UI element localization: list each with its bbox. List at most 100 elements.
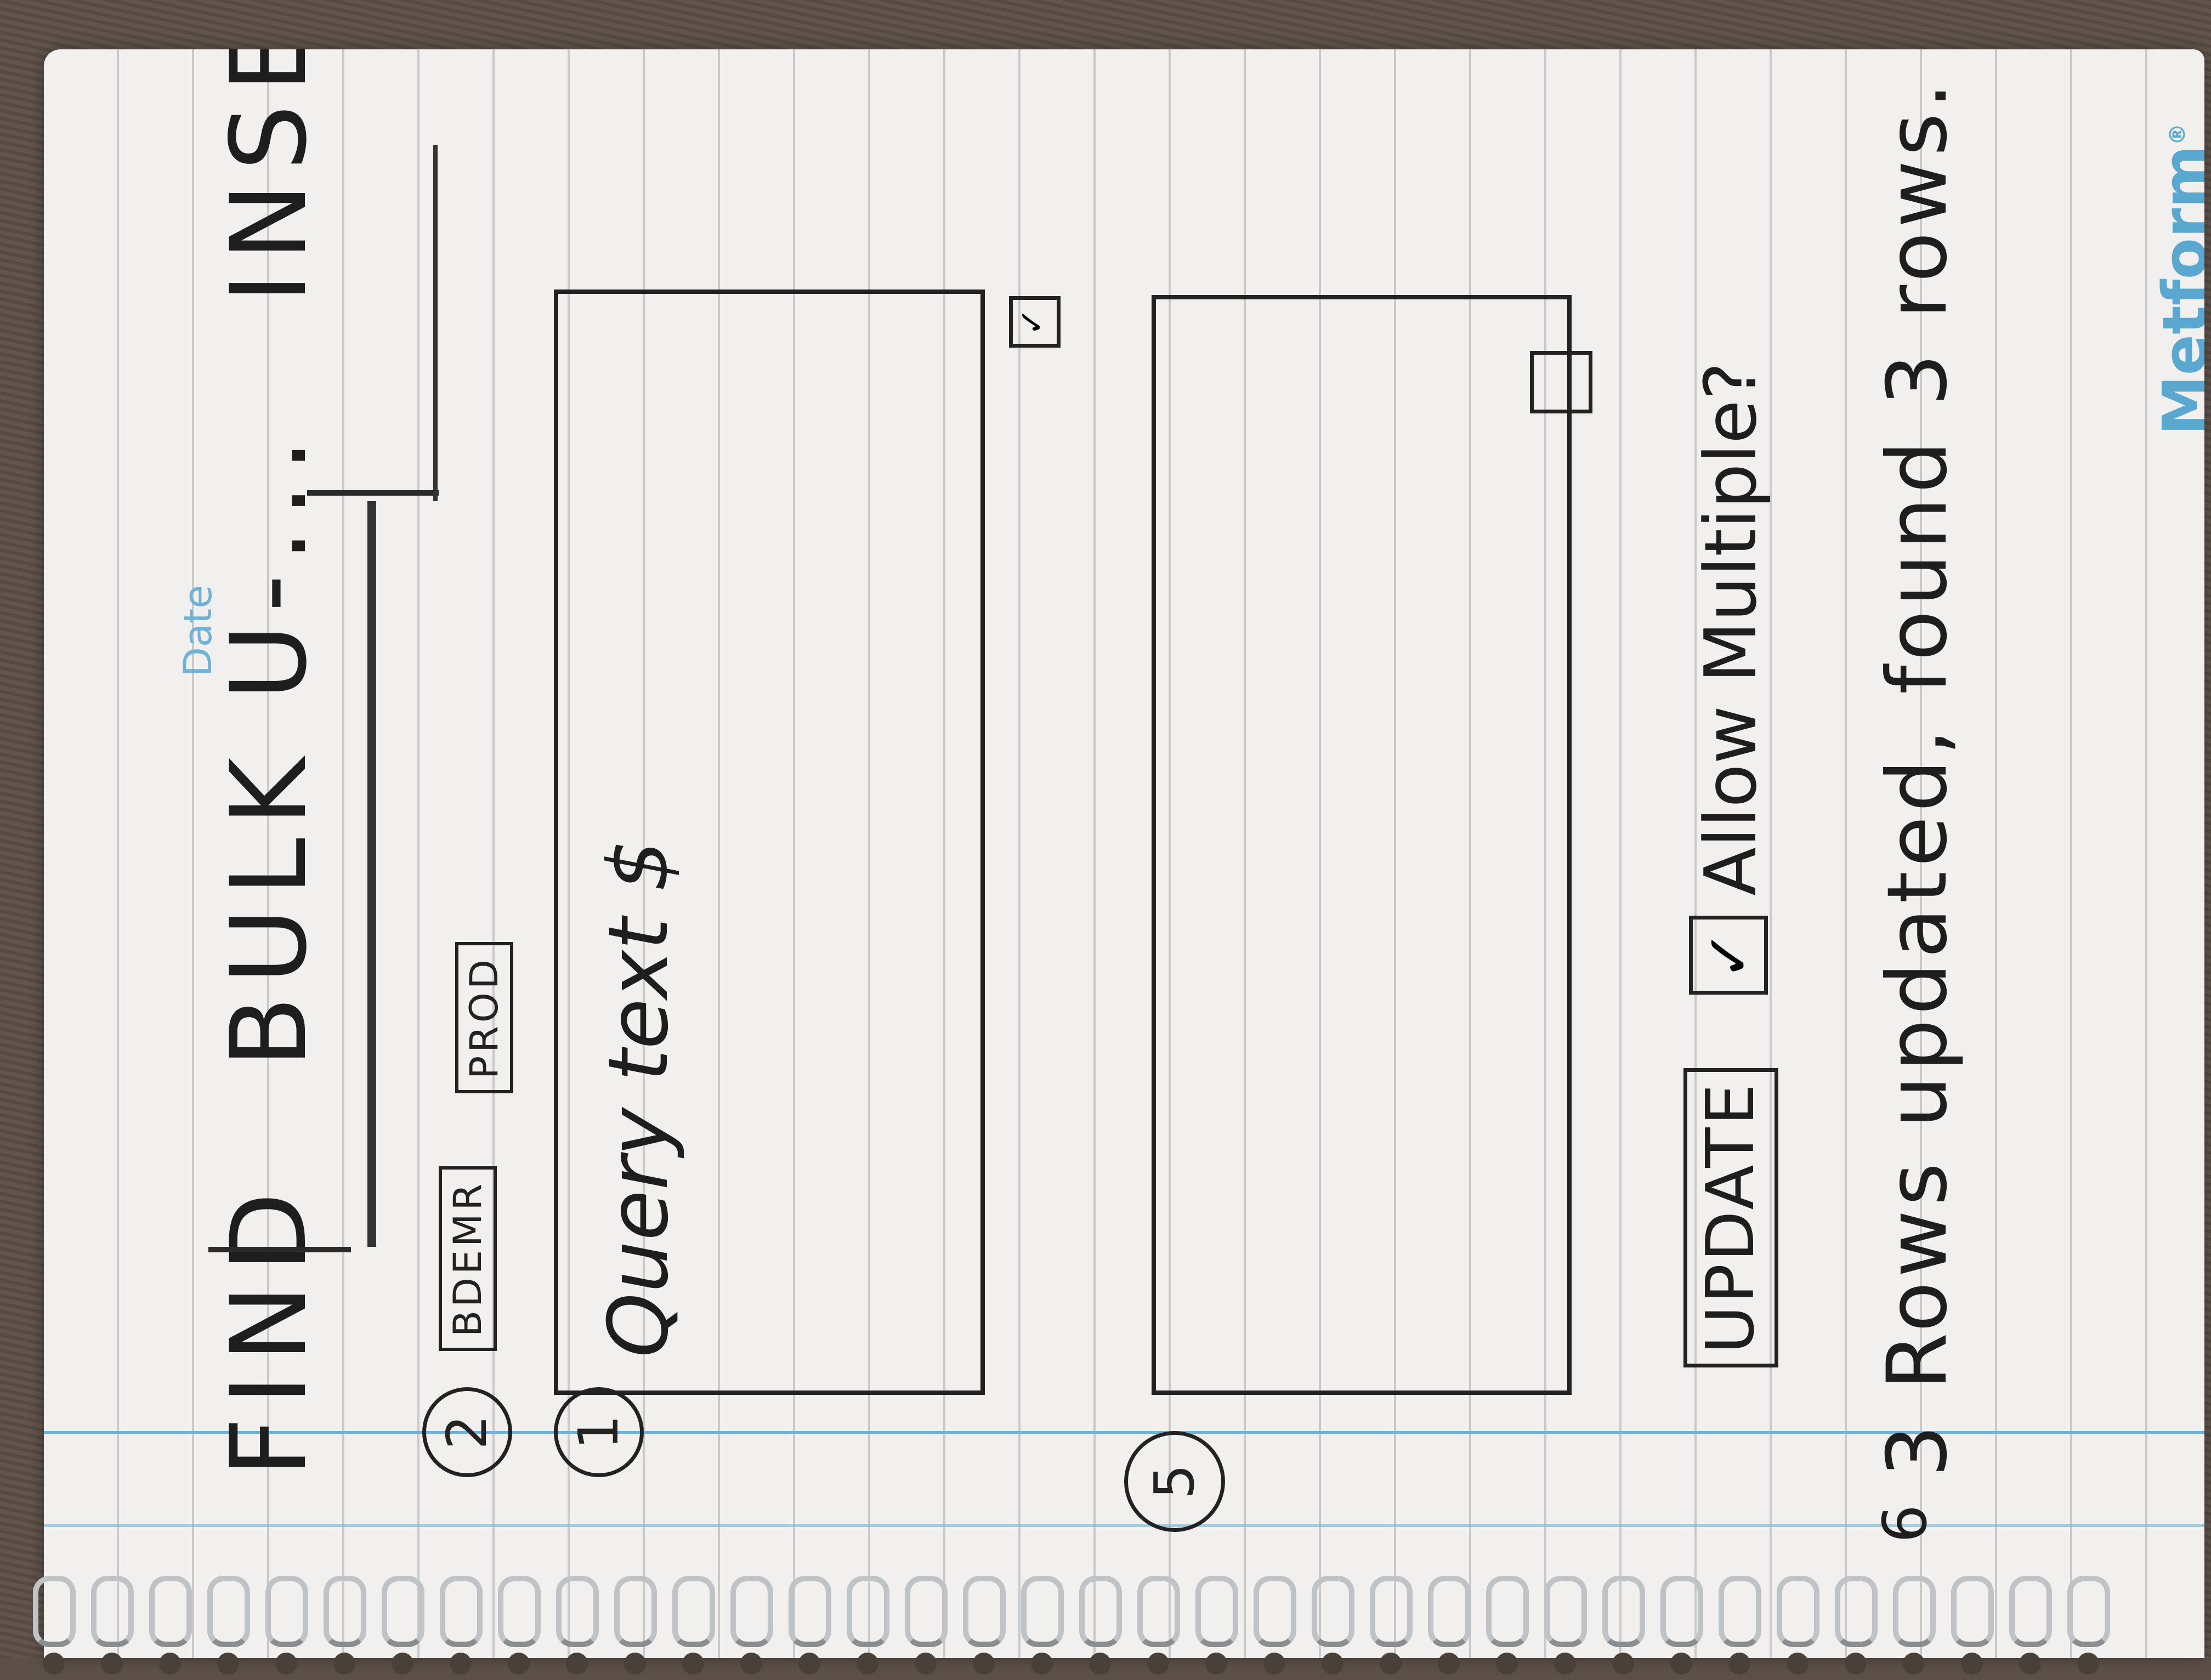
allow-multiple-checkbox[interactable]: ✓ (1689, 916, 1768, 995)
results-box (1152, 295, 1572, 1395)
binding-hole (1554, 1653, 1576, 1675)
metform-brand: Metform® (2150, 123, 2204, 435)
tab-bulk-update[interactable]: BULK U-... (208, 427, 330, 1068)
spiral-coil (33, 1576, 76, 1647)
binding-hole (1205, 1653, 1227, 1675)
binding-hole (566, 1653, 588, 1675)
query-placeholder: Query text $ (591, 839, 687, 1358)
results-checkbox[interactable] (1530, 351, 1592, 413)
spiral-coil (2067, 1576, 2110, 1647)
binding-hole (1380, 1653, 1402, 1675)
spiral-coil (1719, 1576, 1761, 1647)
binding-hole (1787, 1653, 1809, 1675)
binding-hole (1438, 1653, 1460, 1675)
binding-hole (740, 1653, 762, 1675)
notebook-page: Date FIND BULK U-... INSERT 2 BDEMR PROD… (44, 49, 2204, 1658)
binding-hole (798, 1653, 820, 1675)
binding-hole (1089, 1653, 1111, 1675)
binding-hole (1147, 1653, 1169, 1675)
status-message: 3 Rows updated, found 3 rows. (1870, 78, 1965, 1477)
binding-hole (682, 1653, 704, 1675)
spiral-coil (1544, 1576, 1587, 1647)
brand-trademark-mark: ® (2165, 123, 2191, 146)
spiral-coil (556, 1576, 599, 1647)
spiral-coil (847, 1576, 889, 1647)
binding-hole (857, 1653, 878, 1675)
spiral-coil (1660, 1576, 1703, 1647)
spiral-coil (905, 1576, 948, 1647)
spiral-coil (1951, 1576, 1994, 1647)
spiral-coil (1893, 1576, 1936, 1647)
spiral-coil (149, 1576, 192, 1647)
spiral-coil (1137, 1576, 1180, 1647)
spiral-coil (672, 1576, 715, 1647)
spiral-coil (1835, 1576, 1878, 1647)
binding-hole (1612, 1653, 1634, 1675)
binding-hole (1263, 1653, 1285, 1675)
tab-bar-line (433, 145, 438, 501)
tab-find[interactable]: FIND (208, 1180, 330, 1477)
binding-hole (450, 1653, 472, 1675)
spiral-coil (614, 1576, 657, 1647)
spiral-coil (440, 1576, 483, 1647)
spiral-coil (1602, 1576, 1645, 1647)
spiral-coil (1021, 1576, 1064, 1647)
binding-hole (915, 1653, 937, 1675)
spiral-coil (91, 1576, 134, 1647)
binding-hole (43, 1653, 65, 1675)
spiral-coil (730, 1576, 773, 1647)
tab-separator (208, 1247, 351, 1252)
env-button-prod[interactable]: PROD (455, 942, 513, 1093)
spiral-coil (2009, 1576, 2052, 1647)
spiral-coil (1486, 1576, 1529, 1647)
step-marker-1: 1 (554, 1387, 644, 1477)
binding-hole (1728, 1653, 1750, 1675)
binding-hole (1903, 1653, 1925, 1675)
query-checkbox[interactable]: ✓ (1009, 296, 1061, 348)
spiral-coil (498, 1576, 541, 1647)
binding-hole (2077, 1653, 2099, 1675)
query-textarea[interactable]: Query text $ (554, 290, 985, 1395)
binding-hole (1670, 1653, 1692, 1675)
binding-hole (392, 1653, 413, 1675)
binding-hole (1031, 1653, 1053, 1675)
binding-hole (624, 1653, 646, 1675)
sketch-canvas: Date FIND BULK U-... INSERT 2 BDEMR PROD… (44, 49, 2204, 1658)
spiral-coil (1195, 1576, 1238, 1647)
binding-hole (1322, 1653, 1343, 1675)
binding-hole (101, 1653, 123, 1675)
spiral-coil (324, 1576, 366, 1647)
tab-bar: FIND BULK U-... INSERT (208, 49, 330, 1477)
binding-hole (1961, 1653, 1983, 1675)
allow-multiple-label: Allow Multiple? (1689, 362, 1772, 896)
binding-hole (2019, 1653, 2041, 1675)
spiral-coil (1428, 1576, 1471, 1647)
spiral-coil (382, 1576, 424, 1647)
metform-brand-text: Metform (2150, 145, 2204, 435)
tab-separator (307, 490, 439, 496)
spiral-coil (963, 1576, 1006, 1647)
active-tab-underline (367, 501, 376, 1247)
binding-hole (1496, 1653, 1518, 1675)
step-marker-5: 5 (1124, 1431, 1225, 1532)
binding-hole (159, 1653, 181, 1675)
env-button-bdemr[interactable]: BDEMR (439, 1166, 497, 1351)
binding-hole (973, 1653, 995, 1675)
update-button[interactable]: UPDATE (1683, 1068, 1778, 1367)
spiral-coil (1079, 1576, 1122, 1647)
binding-hole (333, 1653, 355, 1675)
binding-hole (275, 1653, 297, 1675)
binding-hole (1845, 1653, 1867, 1675)
binding-hole (217, 1653, 239, 1675)
binding-hole (508, 1653, 530, 1675)
spiral-coil (1254, 1576, 1296, 1647)
spiral-coil (1777, 1576, 1819, 1647)
spiral-coil (1370, 1576, 1413, 1647)
step-marker-6: 6 (1870, 1505, 1940, 1543)
spiral-coil (207, 1576, 250, 1647)
spiral-coil (265, 1576, 308, 1647)
step-marker-2: 2 (422, 1387, 512, 1477)
spiral-binding (33, 1570, 2172, 1680)
tab-insert[interactable]: INSERT (208, 49, 330, 304)
spiral-coil (1312, 1576, 1354, 1647)
